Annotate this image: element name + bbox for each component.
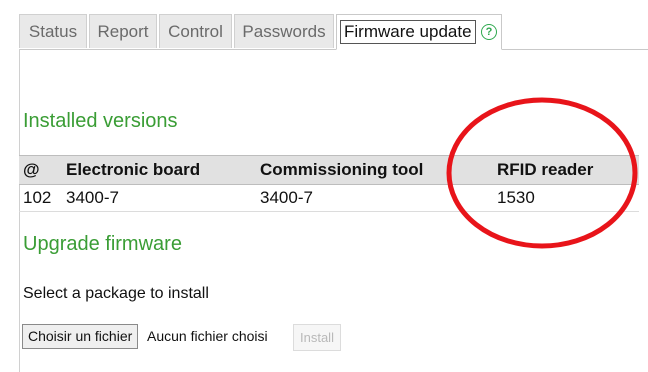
install-button[interactable]: Install bbox=[293, 324, 341, 351]
column-header-electronic-board: Electronic board bbox=[66, 155, 260, 185]
cell-commissioning-tool: 3400-7 bbox=[260, 184, 497, 212]
file-status-text: Aucun fichier choisi bbox=[147, 328, 268, 344]
column-header-rfid-reader: RFID reader bbox=[497, 155, 639, 185]
tab-status[interactable]: Status bbox=[19, 14, 87, 48]
cell-rfid-reader: 1530 bbox=[497, 184, 639, 212]
installed-versions-title: Installed versions bbox=[23, 110, 178, 132]
firmware-update-page: Status Report Control Passwords Firmware… bbox=[0, 0, 648, 372]
tab-control-label: Control bbox=[168, 22, 223, 41]
tab-passwords[interactable]: Passwords bbox=[234, 14, 334, 48]
help-icon[interactable]: ? bbox=[481, 24, 497, 40]
tab-firmware-update[interactable]: Firmware update ? bbox=[336, 14, 502, 50]
table-header-row: @ Electronic board Commissioning tool RF… bbox=[19, 155, 639, 185]
tab-firmware-update-label: Firmware update bbox=[340, 20, 476, 44]
tab-report-label: Report bbox=[97, 22, 149, 41]
cell-electronic-board: 3400-7 bbox=[66, 184, 260, 212]
tab-bar: Status Report Control Passwords Firmware… bbox=[19, 14, 648, 50]
tab-status-label: Status bbox=[28, 22, 78, 41]
tab-report[interactable]: Report bbox=[89, 14, 157, 48]
upgrade-firmware-title: Upgrade firmware bbox=[23, 233, 182, 255]
tab-control[interactable]: Control bbox=[159, 14, 232, 48]
column-header-commissioning-tool: Commissioning tool bbox=[260, 155, 497, 185]
table-row: 102 3400-7 3400-7 1530 bbox=[19, 184, 639, 212]
upgrade-instruction: Select a package to install bbox=[23, 285, 209, 302]
versions-table: @ Electronic board Commissioning tool RF… bbox=[19, 155, 639, 212]
cell-address: 102 bbox=[19, 184, 66, 212]
tab-passwords-label: Passwords bbox=[242, 22, 326, 41]
choose-file-button[interactable]: Choisir un fichier bbox=[22, 324, 139, 349]
column-header-address: @ bbox=[19, 155, 66, 185]
